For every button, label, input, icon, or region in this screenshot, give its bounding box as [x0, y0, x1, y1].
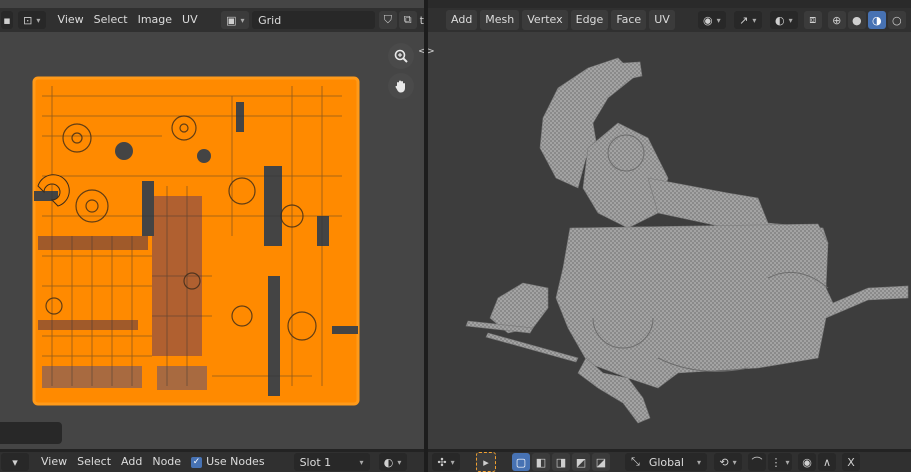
proportional-edit-icon[interactable]: ◉ — [798, 453, 816, 471]
use-nodes-checkbox[interactable]: ✓ — [191, 456, 203, 468]
use-nodes-label: Use Nodes — [206, 455, 265, 468]
overlays-icon[interactable]: ◐ ▾ — [769, 11, 798, 29]
node-editor-header: ▾ View Select Add Node ✓ Use Nodes Slot … — [0, 452, 424, 472]
menu-edge[interactable]: Edge — [570, 10, 609, 30]
new-image-icon[interactable]: ⧉ — [398, 11, 417, 29]
menu-uv[interactable]: UV — [649, 10, 675, 30]
uv-editor: ▪ ⊡ ▾ View Select Image UV ▣ ▾ Grid ⛉ ⧉ t — [0, 0, 424, 449]
visibility-eye-icon[interactable]: ◉ ▾ — [697, 11, 726, 29]
transform-orientation-value: Global — [648, 455, 684, 469]
transform-orientation-dropdown[interactable]: ⤡ Global ▾ — [625, 453, 707, 471]
select-mode-subtract-icon[interactable]: ◨ — [552, 453, 570, 471]
menu-add[interactable]: Add — [446, 10, 478, 30]
uv-sync-selection-icon[interactable]: ⊡ ▾ — [17, 11, 46, 29]
node-editor-type-icon[interactable]: ▾ — [1, 453, 29, 471]
3d-viewport: Add Mesh Vertex Edge Face UV ◉ ▾ ↗ ▾ ◐ ▾ ⧈ … — [418, 0, 911, 449]
node-menu-select[interactable]: Select — [72, 452, 116, 472]
menu-select[interactable]: Select — [89, 10, 133, 30]
uv-editor-header: ▪ ⊡ ▾ View Select Image UV ▣ ▾ Grid ⛉ ⧉ t — [0, 8, 424, 32]
snap-settings-icon[interactable]: ⋮ ▾ — [768, 453, 792, 471]
pan-hand-icon[interactable] — [388, 73, 414, 99]
material-browse-icon[interactable]: ◐ ▾ — [378, 453, 407, 471]
editor-type-icon[interactable]: ▪ — [1, 11, 13, 29]
select-tool-icon[interactable]: ▸ — [476, 452, 496, 472]
transform-pivot-icon[interactable]: ✣ ▾ — [432, 453, 460, 471]
use-nodes-toggle[interactable]: ✓ Use Nodes — [186, 452, 270, 472]
select-mode-intersect-icon[interactable]: ◪ — [592, 453, 610, 471]
chevron-down-icon: ▾ — [696, 457, 701, 467]
xray-toggle-icon[interactable]: ⧈ — [803, 11, 822, 29]
menu-uv[interactable]: UV — [177, 10, 203, 30]
menu-vertex[interactable]: Vertex — [522, 10, 568, 30]
menu-image[interactable]: Image — [133, 10, 177, 30]
select-mode-new-icon[interactable]: ▢ — [512, 453, 530, 471]
uv-status-bar — [0, 422, 62, 444]
snap-icon[interactable]: ⌒ — [748, 453, 766, 471]
node-menu-node[interactable]: Node — [147, 452, 186, 472]
image-browse-icon[interactable]: ▣ ▾ — [221, 11, 250, 29]
shading-solid-icon[interactable]: ● — [847, 11, 866, 29]
material-slot-dropdown[interactable]: Slot 1 ▾ — [293, 453, 370, 471]
orientation-icon: ⤡ — [631, 455, 640, 468]
proportional-falloff-icon[interactable]: ∧ — [818, 453, 836, 471]
gizmo-icon[interactable]: ↗ ▾ — [733, 11, 762, 29]
menu-mesh[interactable]: Mesh — [480, 10, 520, 30]
zoom-icon[interactable] — [388, 43, 414, 69]
node-menu-add[interactable]: Add — [116, 452, 147, 472]
mirror-x-icon[interactable]: X — [842, 453, 860, 471]
material-slot-value: Slot 1 — [299, 455, 332, 469]
uv-islands — [32, 76, 360, 406]
chevron-down-icon: ▾ — [359, 457, 364, 467]
menu-face[interactable]: Face — [611, 10, 647, 30]
select-mode-extend-icon[interactable]: ◧ — [532, 453, 550, 471]
pivot-point-icon[interactable]: ⟲ ▾ — [714, 453, 742, 471]
area-split-divider[interactable] — [424, 0, 428, 472]
viewport-tool-header: ✣ ▾ ▸ ▢ ◧ ◨ ◩ ◪ ⤡ Global ▾ ⟲ ▾ ⌒ ⋮ ▾ ◉ ∧ X — [428, 452, 911, 472]
image-name: Grid — [258, 13, 282, 27]
shading-material-icon[interactable]: ◑ — [867, 11, 886, 29]
image-name-field[interactable]: Grid — [252, 11, 376, 29]
menu-view[interactable]: View — [53, 10, 89, 30]
shading-rendered-icon[interactable]: ○ — [887, 11, 906, 29]
fake-user-shield-icon[interactable]: ⛉ — [379, 11, 397, 29]
select-mode-invert-icon[interactable]: ◩ — [572, 453, 590, 471]
mesh-object — [465, 57, 909, 424]
viewport-top-strip — [428, 0, 911, 8]
shading-wireframe-icon[interactable]: ⊕ — [827, 11, 846, 29]
node-menu-view[interactable]: View — [36, 452, 72, 472]
